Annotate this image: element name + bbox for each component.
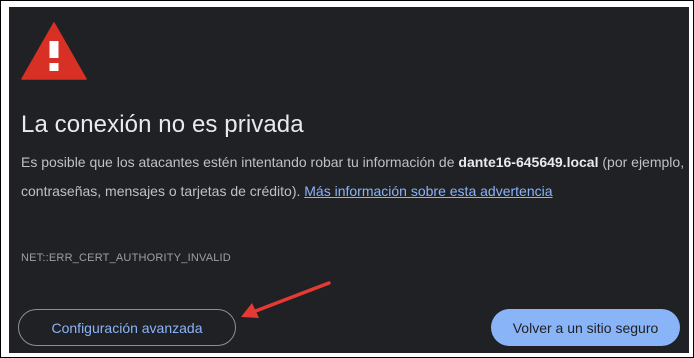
screenshot-frame: La conexión no es privada Es posible que…	[0, 0, 694, 358]
error-message: Es posible que los atacantes estén inten…	[21, 148, 686, 206]
red-arrow-annotation	[241, 281, 331, 318]
error-code: NET::ERR_CERT_AUTHORITY_INVALID	[21, 252, 231, 264]
ssl-error-page: La conexión no es privada Es posible que…	[9, 7, 689, 353]
message-text-before: Es posible que los atacantes estén inten…	[21, 154, 459, 170]
back-to-safety-button[interactable]: Volver a un sitio seguro	[491, 309, 680, 346]
advanced-settings-button[interactable]: Configuración avanzada	[18, 309, 236, 346]
learn-more-link[interactable]: Más información sobre esta advertencia	[304, 183, 552, 199]
host-name: dante16-645649.local	[458, 154, 599, 170]
warning-triangle-icon	[21, 22, 87, 80]
page-title: La conexión no es privada	[21, 111, 304, 138]
